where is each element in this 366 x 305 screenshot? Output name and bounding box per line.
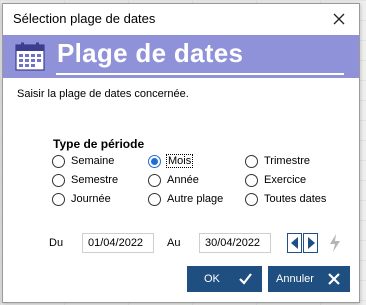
to-label: Au [167,237,181,249]
radio-circle [52,192,65,206]
radio-label: Mois [165,154,194,168]
instruction-text: Saisir la plage de dates concernée. [17,88,189,100]
radio-journee[interactable]: Journée [52,190,111,208]
radio-label: Exercice [264,174,307,186]
calendar-icon [15,42,45,71]
radio-toutes-dates[interactable]: Toutes dates [245,190,326,208]
next-period-button[interactable] [303,233,318,253]
ok-button-label: OK [204,273,220,285]
radio-circle [245,192,258,206]
lightning-icon[interactable] [329,234,341,252]
radio-semaine[interactable]: Semaine [52,152,114,170]
to-date-field[interactable]: 30/04/2022 [199,233,271,253]
ok-button[interactable]: OK [187,266,262,292]
radio-trimestre[interactable]: Trimestre [245,152,310,170]
cancel-button-label: Annuler [276,273,314,285]
radio-label: Trimestre [264,155,311,167]
chevron-left-icon [291,237,298,249]
radio-mois[interactable]: Mois [148,152,194,170]
chevron-right-icon [308,237,315,249]
radio-circle [52,154,65,168]
banner-title: Plage de dates [57,38,244,68]
radio-circle [148,192,161,206]
radio-label: Journée [71,193,111,205]
checkmark-icon [239,273,252,285]
window-title: Sélection plage de dates [13,11,156,26]
title-bar: Sélection plage de dates [3,4,359,34]
banner-underline [56,73,344,75]
previous-period-button[interactable] [287,233,302,253]
from-date-field[interactable]: 01/04/2022 [82,233,154,253]
from-label: Du [49,237,64,249]
radio-autre-plage[interactable]: Autre plage [148,190,223,208]
radio-label: Semaine [71,155,115,167]
radio-circle [148,173,161,187]
radio-label: Autre plage [167,193,224,205]
x-icon [328,273,340,285]
header-banner: Plage de dates [3,35,359,78]
date-range-dialog: Sélection plage de dates Plage de dates … [2,3,360,303]
cancel-button[interactable]: Annuler [268,266,350,292]
close-button[interactable] [319,4,359,34]
radio-circle [245,173,258,187]
radio-circle [245,154,258,168]
radio-annee[interactable]: Année [148,171,199,189]
radio-label: Année [167,174,199,186]
radio-circle-selected [148,154,161,168]
radio-label: Toutes dates [264,193,327,205]
radio-exercice[interactable]: Exercice [245,171,306,189]
radio-label: Semestre [71,174,119,186]
close-icon [333,13,345,25]
radio-circle [52,173,65,187]
radio-semestre[interactable]: Semestre [52,171,118,189]
period-type-title: Type de période [53,137,145,151]
